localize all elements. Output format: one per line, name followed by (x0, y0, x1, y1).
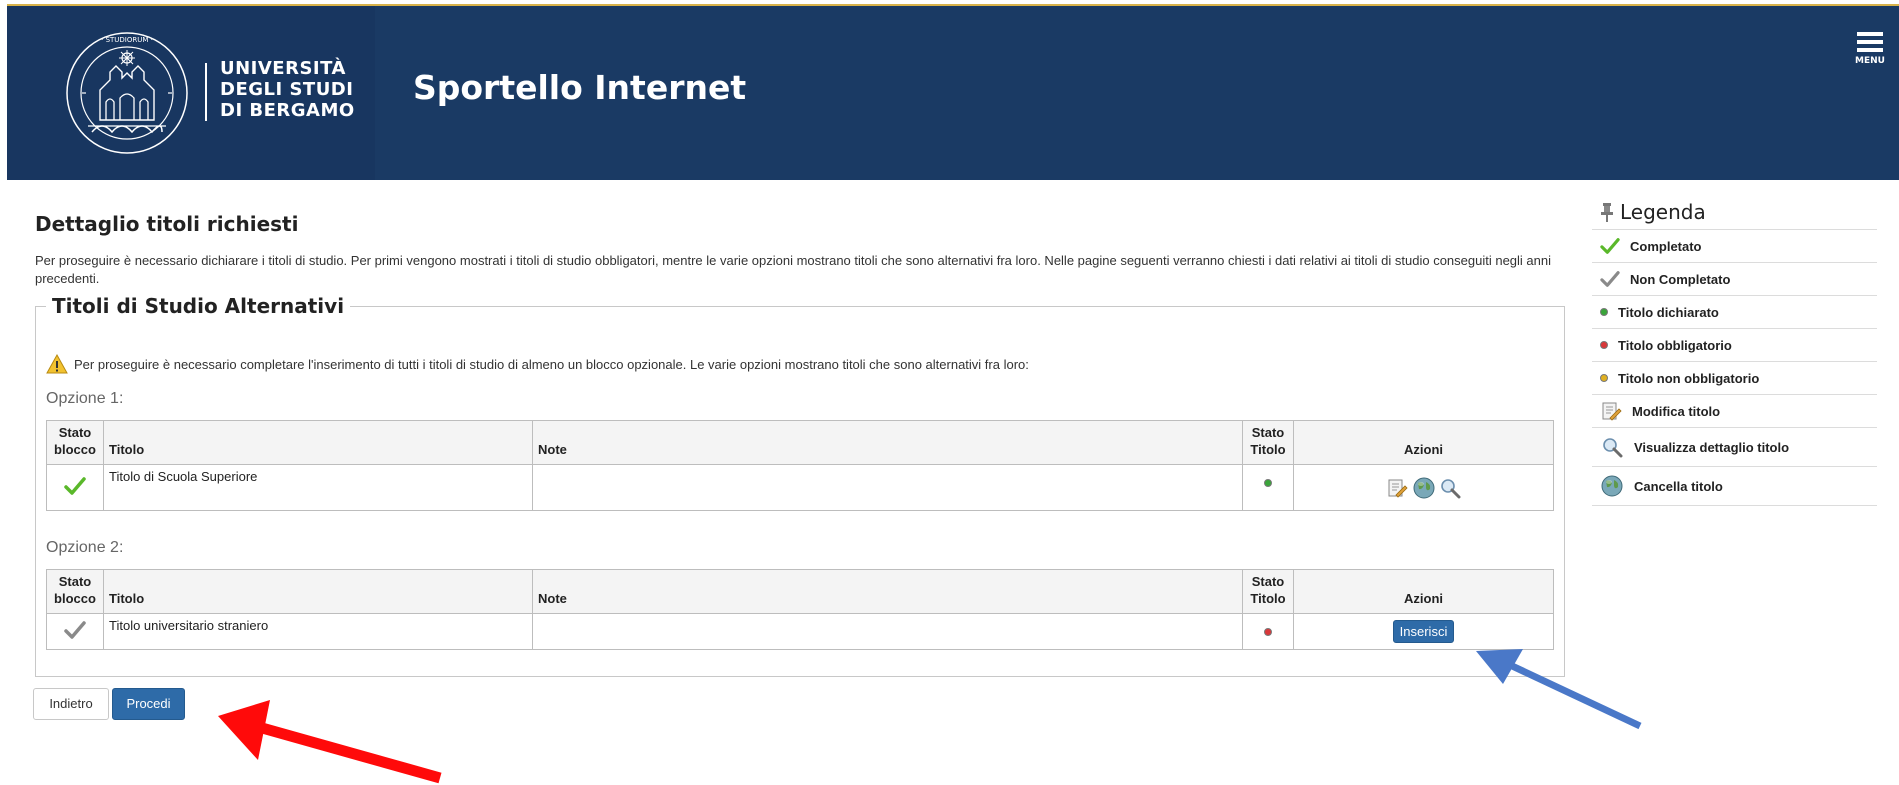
title-status-cell (1242, 464, 1294, 511)
proceed-button[interactable]: Procedi (112, 688, 185, 720)
legend-label: Non Completato (1630, 271, 1731, 287)
university-logo[interactable]: · STUDIORUM · UNIVERSITÀ DEGLI STUDI DI … (7, 6, 375, 180)
red-dot-icon (1600, 341, 1608, 349)
logo-line-3: DI BERGAMO (220, 100, 355, 121)
warning-icon (46, 354, 68, 374)
note-cell (532, 613, 1243, 650)
university-name: UNIVERSITÀ DEGLI STUDI DI BERGAMO (220, 58, 355, 121)
check-gray-icon (1600, 271, 1620, 287)
legend-title: Legenda (1620, 199, 1706, 224)
legend-item-non-completato: Non Completato (1592, 263, 1877, 296)
actions-cell (1293, 464, 1554, 511)
logo-divider (205, 63, 207, 121)
red-arrow-icon (218, 700, 442, 784)
pushpin-icon (1601, 202, 1613, 222)
title-status-cell (1242, 613, 1294, 650)
legend-header: Legenda (1592, 194, 1877, 230)
green-dot-icon (1600, 308, 1608, 316)
site-header: · STUDIORUM · UNIVERSITÀ DEGLI STUDI DI … (7, 6, 1899, 180)
title-cell: Titolo universitario straniero (103, 613, 533, 650)
insert-button[interactable]: Inserisci (1392, 620, 1455, 643)
legend-label: Modifica titolo (1632, 403, 1721, 419)
menu-button[interactable]: MENU (1853, 32, 1887, 78)
title-cell: Titolo di Scuola Superiore (103, 464, 533, 511)
yellow-dot-icon (1600, 374, 1608, 382)
col-stato-titolo: Stato Titolo (1242, 420, 1294, 465)
intro-text: Per proseguire è necessario dichiarare i… (35, 253, 1552, 286)
col-stato-blocco: Stato blocco (46, 569, 104, 614)
hamburger-bar (1857, 40, 1883, 44)
legend-item-titolo-dichiarato: Titolo dichiarato (1592, 296, 1877, 329)
legend-item-completato: Completato (1592, 230, 1877, 263)
warning-message: Per proseguire è necessario completare l… (46, 354, 1029, 374)
check-gray-icon (64, 621, 86, 639)
edit-icon[interactable] (1386, 477, 1408, 499)
legend-label: Titolo dichiarato (1618, 304, 1719, 320)
legend-label: Titolo non obbligatorio (1618, 370, 1760, 386)
col-note: Note (532, 420, 1243, 465)
col-note: Note (532, 569, 1243, 614)
back-button[interactable]: Indietro (33, 688, 109, 720)
block-status-cell (46, 464, 104, 511)
svg-text:· STUDIORUM ·: · STUDIORUM · (101, 36, 153, 44)
legend-item-titolo-obbligatorio: Titolo obbligatorio (1592, 329, 1877, 362)
legend-item-modifica-titolo: Modifica titolo (1592, 395, 1877, 428)
check-green-icon (1600, 238, 1620, 254)
hamburger-bar (1857, 48, 1883, 52)
globe-icon[interactable] (1412, 476, 1436, 500)
option-2-table: Stato blocco Titolo Note Stato Titolo Azio… (46, 569, 1554, 650)
warning-text: Per proseguire è necessario completare l… (74, 356, 1029, 372)
hamburger-icon (1857, 32, 1883, 36)
university-seal-icon: · STUDIORUM · (66, 32, 188, 154)
red-dot-icon (1264, 628, 1272, 636)
fieldset-legend: Titoli di Studio Alternativi (52, 294, 345, 318)
legend-label: Cancella titolo (1634, 478, 1723, 494)
magnifier-icon (1603, 438, 1623, 458)
actions-cell: Inserisci (1293, 613, 1554, 650)
option-1-label: Opzione 1: (46, 390, 124, 407)
legend-item-titolo-non-obbligatorio: Titolo non obbligatorio (1592, 362, 1877, 395)
col-titolo: Titolo (103, 569, 533, 614)
col-azioni: Azioni (1293, 569, 1554, 614)
globe-icon (1601, 475, 1623, 497)
site-title: Sportello Internet (413, 68, 747, 107)
legend-panel: Legenda Completato Non Completato Titolo… (1592, 194, 1877, 506)
table-row: Titolo di Scuola Superiore (46, 464, 1554, 511)
table-header-row: Stato blocco Titolo Note Stato Titolo Azio… (46, 569, 1554, 614)
option-2-label: Opzione 2: (46, 539, 124, 556)
legend-item-visualizza-dettaglio: Visualizza dettaglio titolo (1592, 428, 1877, 467)
col-stato-titolo: Stato Titolo (1242, 569, 1294, 614)
col-titolo: Titolo (103, 420, 533, 465)
green-dot-icon (1264, 479, 1272, 487)
block-status-cell (46, 613, 104, 650)
logo-line-1: UNIVERSITÀ (220, 58, 346, 79)
check-green-icon (64, 477, 86, 495)
magnifier-icon[interactable] (1439, 477, 1461, 499)
table-row: Titolo universitario straniero Inserisci (46, 613, 1554, 650)
logo-line-2: DEGLI STUDI (220, 79, 354, 100)
legend-item-cancella-titolo: Cancella titolo (1592, 467, 1877, 506)
legend-label: Completato (1630, 238, 1702, 254)
option-1-table: Stato blocco Titolo Note Stato Titolo Azio… (46, 420, 1554, 511)
page-title: Dettaglio titoli richiesti (35, 212, 299, 236)
col-stato-blocco: Stato blocco (46, 420, 104, 465)
table-header-row: Stato blocco Titolo Note Stato Titolo Azio… (46, 420, 1554, 465)
legend-label: Titolo obbligatorio (1618, 337, 1732, 353)
note-cell (532, 464, 1243, 511)
edit-icon (1602, 402, 1622, 421)
legend-label: Visualizza dettaglio titolo (1634, 439, 1790, 455)
menu-label: MENU (1855, 56, 1885, 66)
col-azioni: Azioni (1293, 420, 1554, 465)
